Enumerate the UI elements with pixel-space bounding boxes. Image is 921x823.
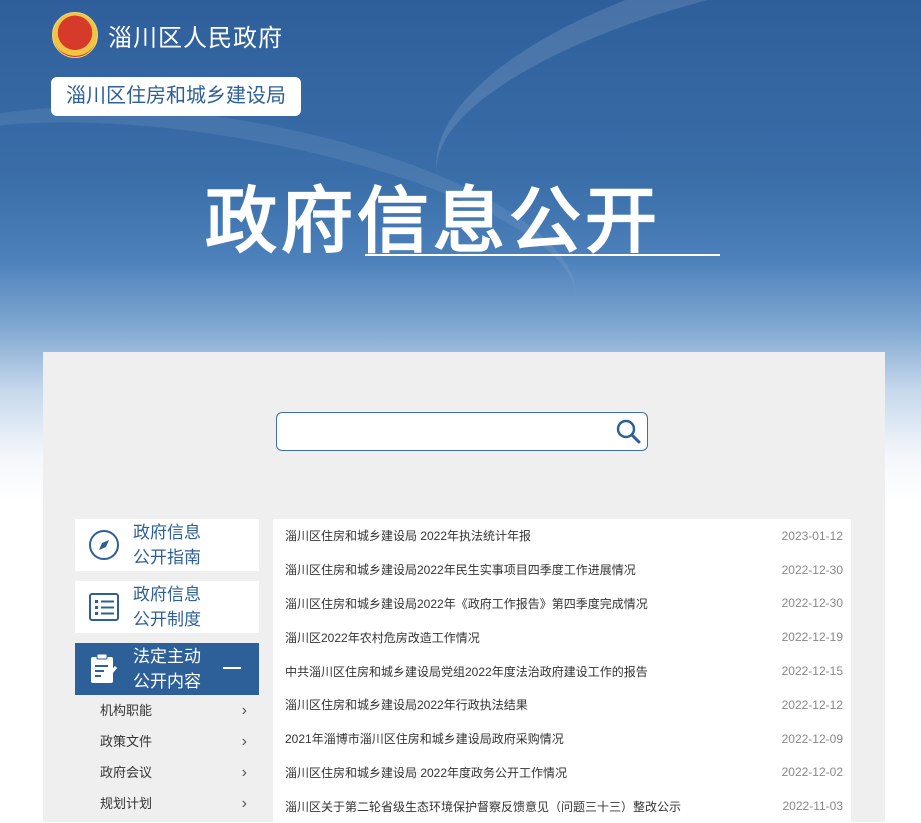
list-icon <box>75 592 133 622</box>
content-panel: 政府信息 公开指南 政府信息 公开制度 法定主动 公开内容 机构职能 › 政策文… <box>43 352 885 823</box>
sidebar-item-label: 法定主动 <box>133 647 201 666</box>
list-item[interactable]: 淄川区2022年农村危房改造工作情况 2022-12-19 <box>273 620 851 654</box>
sidebar: 政府信息 公开指南 政府信息 公开制度 法定主动 公开内容 机构职能 › 政策文… <box>75 519 259 819</box>
article-title[interactable]: 淄川区住房和城乡建设局 2022年度政务公开工作情况 <box>285 764 567 781</box>
sidebar-item-label: 公开制度 <box>133 610 201 629</box>
article-date: 2022-12-09 <box>781 731 843 746</box>
search-input[interactable] <box>287 413 611 450</box>
list-item[interactable]: 淄川区住房和城乡建设局 2022年度政务公开工作情况 2022-12-02 <box>273 756 851 790</box>
sub-item-policy-docs[interactable]: 政策文件 › <box>75 726 259 757</box>
article-date: 2022-12-02 <box>781 765 843 780</box>
list-item[interactable]: 淄川区住房和城乡建设局2022年行政执法结果 2022-12-12 <box>273 688 851 722</box>
chevron-right-icon: › <box>241 702 247 719</box>
sidebar-item-system[interactable]: 政府信息 公开制度 <box>75 581 259 633</box>
sub-item-gov-meetings[interactable]: 政府会议 › <box>75 757 259 788</box>
sub-item-label: 机构职能 <box>100 703 153 718</box>
sidebar-item-statutory-content[interactable]: 法定主动 公开内容 <box>75 643 259 695</box>
article-date: 2022-12-30 <box>781 562 843 577</box>
article-title[interactable]: 2021年淄博市淄川区住房和城乡建设局政府采购情况 <box>285 730 564 747</box>
search-box[interactable] <box>276 412 648 451</box>
sub-item-label: 政策文件 <box>100 734 153 749</box>
article-title[interactable]: 淄川区2022年农村危房改造工作情况 <box>285 629 480 646</box>
list-item[interactable]: 淄川区住房和城乡建设局2022年《政府工作报告》第四季度完成情况 2022-12… <box>273 587 851 621</box>
search-icon[interactable] <box>615 418 641 444</box>
chevron-right-icon: › <box>241 733 247 750</box>
article-list: 淄川区住房和城乡建设局 2022年执法统计年报 2023-01-12 淄川区住房… <box>273 519 851 823</box>
compass-icon <box>75 529 133 561</box>
article-date: 2022-12-12 <box>781 697 843 712</box>
list-item[interactable]: 淄川区住房和城乡建设局 2022年执法统计年报 2023-01-12 <box>273 519 851 553</box>
site-logo-row[interactable]: 淄川区人民政府 <box>52 12 283 58</box>
title-underline <box>365 254 720 256</box>
department-label[interactable]: 淄川区住房和城乡建设局 <box>51 77 301 116</box>
sub-item-label: 规划计划 <box>100 796 153 811</box>
article-title[interactable]: 淄川区关于第二轮省级生态环境保护督察反馈意见（问题三十三）整改公示 <box>285 798 681 815</box>
article-date: 2022-12-15 <box>781 664 843 679</box>
article-title[interactable]: 淄川区住房和城乡建设局2022年民生实事项目四季度工作进展情况 <box>285 561 636 578</box>
list-item[interactable]: 2021年淄博市淄川区住房和城乡建设局政府采购情况 2022-12-09 <box>273 722 851 756</box>
collapse-icon[interactable] <box>223 667 241 669</box>
article-title[interactable]: 淄川区住房和城乡建设局2022年行政执法结果 <box>285 696 528 713</box>
list-item[interactable]: 淄川区住房和城乡建设局2022年民生实事项目四季度工作进展情况 2022-12-… <box>273 553 851 587</box>
sidebar-item-label: 公开指南 <box>133 548 201 567</box>
page-title: 政府信息公开 <box>205 179 662 263</box>
sub-item-label: 政府会议 <box>100 765 153 780</box>
national-emblem-icon <box>52 12 98 58</box>
article-date: 2022-12-19 <box>781 630 843 645</box>
article-date: 2023-01-12 <box>781 528 843 543</box>
sub-item-org-functions[interactable]: 机构职能 › <box>75 695 259 726</box>
article-title[interactable]: 淄川区住房和城乡建设局 2022年执法统计年报 <box>285 527 531 544</box>
sub-item-plans[interactable]: 规划计划 › <box>75 788 259 819</box>
sidebar-item-guide[interactable]: 政府信息 公开指南 <box>75 519 259 571</box>
article-title[interactable]: 中共淄川区住房和城乡建设局党组2022年度法治政府建设工作的报告 <box>285 663 648 680</box>
edit-document-icon <box>75 653 133 685</box>
sidebar-item-label: 政府信息 <box>133 585 201 604</box>
list-item[interactable]: 淄川区关于第二轮省级生态环境保护督察反馈意见（问题三十三）整改公示 2022-1… <box>273 789 851 823</box>
list-item[interactable]: 中共淄川区住房和城乡建设局党组2022年度法治政府建设工作的报告 2022-12… <box>273 654 851 688</box>
site-name[interactable]: 淄川区人民政府 <box>108 18 283 53</box>
article-title[interactable]: 淄川区住房和城乡建设局2022年《政府工作报告》第四季度完成情况 <box>285 595 648 612</box>
article-date: 2022-12-30 <box>781 596 843 611</box>
chevron-right-icon: › <box>241 795 247 812</box>
sidebar-item-label: 政府信息 <box>133 523 201 542</box>
article-date: 2022-11-03 <box>782 799 844 814</box>
sidebar-item-label: 公开内容 <box>133 672 201 691</box>
chevron-right-icon: › <box>241 764 247 781</box>
